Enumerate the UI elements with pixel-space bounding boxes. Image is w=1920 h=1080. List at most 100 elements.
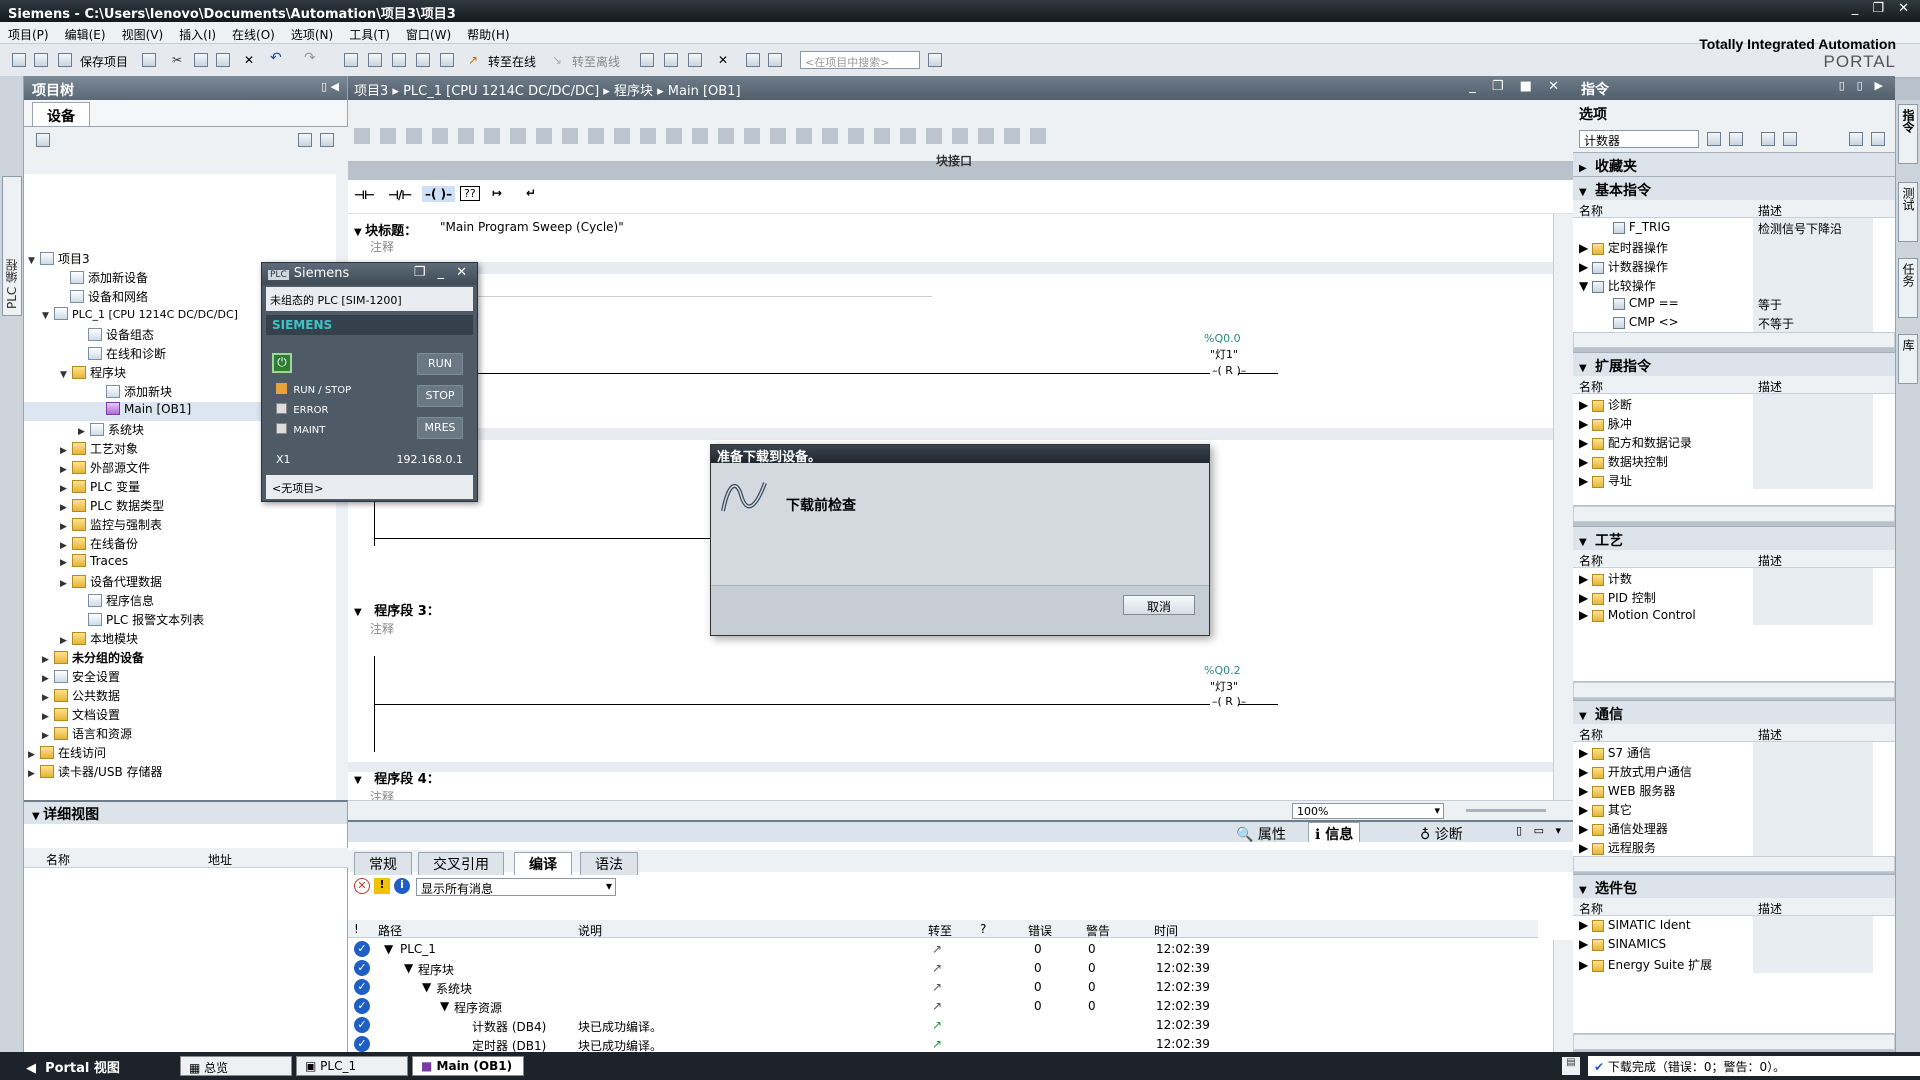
- tree-item[interactable]: ▶ 外部源文件: [60, 459, 150, 478]
- list-item[interactable]: ▶ SINAMICS: [1573, 935, 1895, 954]
- list-item[interactable]: ▶ 诊断: [1573, 394, 1895, 413]
- table-row[interactable]: ✓ 定时器 (DB1) 块已成功编译。 ↗ 12:02:39: [352, 1035, 1572, 1052]
- subtab-syntax[interactable]: 语法: [580, 852, 638, 875]
- breadcrumb-blocks[interactable]: 程序块: [614, 84, 653, 99]
- breadcrumb-plc[interactable]: PLC_1 [CPU 1214C DC/DC/DC]: [403, 84, 599, 99]
- properties-tab[interactable]: 🔍 属性: [1236, 824, 1286, 844]
- menu-project[interactable]: 项目(P): [0, 22, 57, 45]
- cancel-button[interactable]: 取消: [1123, 595, 1195, 615]
- find-prev-icon[interactable]: [1729, 132, 1743, 146]
- tree-item[interactable]: ▶ 在线访问: [28, 744, 106, 763]
- tree-view-icon[interactable]: [36, 133, 50, 147]
- main-ob1-tab[interactable]: ■ Main (OB1): [412, 1056, 524, 1076]
- tree-item[interactable]: PLC 报警文本列表: [76, 611, 204, 630]
- coil-1-reset[interactable]: –( R )–: [1210, 364, 1249, 377]
- window-controls[interactable]: _ ❐ ✕: [1852, 1, 1914, 16]
- block-interface-label[interactable]: 块接口: [936, 152, 972, 169]
- messages-scrollbar[interactable]: [1553, 940, 1573, 1052]
- start-sim-icon[interactable]: [664, 53, 678, 67]
- coil-3-tag[interactable]: "灯3": [1210, 678, 1238, 694]
- subtab-compile[interactable]: 编译: [514, 852, 572, 875]
- error-filter-icon[interactable]: ✕: [354, 878, 370, 894]
- zoom-slider[interactable]: [1466, 809, 1546, 812]
- tree-item[interactable]: ▼ PLC_1 [CPU 1214C DC/DC/DC]: [42, 307, 238, 326]
- stop-cpu-icon[interactable]: [688, 53, 702, 67]
- menu-tools[interactable]: 工具(T): [341, 22, 398, 45]
- extended-instructions-section[interactable]: ▼ 扩展指令: [1573, 352, 1895, 376]
- list-item[interactable]: ▶ PID 控制: [1573, 587, 1895, 606]
- list-item[interactable]: ▶ WEB 服务器: [1573, 780, 1895, 799]
- tree-item[interactable]: 设备和网络: [58, 288, 148, 307]
- device-icon[interactable]: [440, 53, 454, 67]
- list-item[interactable]: ▶ Energy Suite 扩展: [1573, 954, 1895, 973]
- tree-item[interactable]: ▼ 程序块: [60, 364, 126, 383]
- sim-window-controls[interactable]: ❐ _ ✕: [414, 265, 471, 280]
- subtab-general[interactable]: 常规: [354, 852, 412, 875]
- warning-filter-icon[interactable]: !: [374, 878, 390, 894]
- list-item[interactable]: ▶ 计数器操作: [1573, 256, 1895, 275]
- go-online-button[interactable]: 转至在线: [488, 53, 536, 70]
- plc1-tab[interactable]: ▣ PLC_1: [296, 1056, 408, 1076]
- list-item[interactable]: ▶ Motion Control: [1573, 606, 1895, 625]
- menu-options[interactable]: 选项(N): [283, 22, 341, 45]
- instruction-search-input[interactable]: 计数器: [1579, 130, 1699, 148]
- list-item[interactable]: ▶ 远程服务: [1573, 837, 1895, 856]
- tree-item[interactable]: ▶ PLC 数据类型: [60, 497, 164, 516]
- list-item[interactable]: CMP <> 不等于: [1573, 313, 1895, 332]
- coil-3-reset[interactable]: –( R )–: [1210, 695, 1249, 708]
- save-project-button[interactable]: 保存项目: [80, 53, 128, 70]
- download-icon[interactable]: [368, 53, 382, 67]
- sim-stop-button[interactable]: STOP: [417, 385, 463, 407]
- options-icon[interactable]: [1783, 132, 1797, 146]
- project-search-input[interactable]: <在项目中搜索>: [800, 51, 920, 69]
- tree-item[interactable]: ▶ 文档设置: [42, 706, 120, 725]
- empty-box-icon[interactable]: ??: [460, 186, 480, 201]
- side-tab-tasks[interactable]: 任务: [1898, 258, 1918, 318]
- table-row[interactable]: ✓ ▼ 程序块 ↗ 0 0 12:02:39: [352, 959, 1572, 978]
- list-item[interactable]: ▶ SIMATIC Ident: [1573, 916, 1895, 935]
- coil-icon[interactable]: –( )–: [422, 186, 456, 202]
- print-icon[interactable]: [142, 53, 156, 67]
- coil-1-tag[interactable]: "灯1": [1210, 346, 1238, 362]
- close-branch-icon[interactable]: ↵: [526, 186, 536, 200]
- tree-item[interactable]: ▶ 安全设置: [42, 668, 120, 687]
- tree-item[interactable]: 在线和诊断: [76, 345, 166, 364]
- accessible-devices-icon[interactable]: [640, 53, 654, 67]
- side-tab-libraries[interactable]: 库: [1898, 334, 1918, 384]
- simulation-icon[interactable]: [416, 53, 430, 67]
- tech-hscroll[interactable]: [1573, 682, 1895, 698]
- copy-icon[interactable]: [194, 53, 208, 67]
- open-project-icon[interactable]: [34, 53, 48, 67]
- list-item[interactable]: ▶ 计数: [1573, 568, 1895, 587]
- sim-mres-button[interactable]: MRES: [417, 417, 463, 439]
- compile-icon[interactable]: [344, 53, 358, 67]
- zoom-select[interactable]: 100% ▾: [1292, 803, 1444, 819]
- find-next-icon[interactable]: [1707, 132, 1721, 146]
- communication-section[interactable]: ▼ 通信: [1573, 700, 1895, 724]
- block-title-value[interactable]: "Main Program Sweep (Cycle)": [440, 220, 624, 234]
- menu-edit[interactable]: 编辑(E): [57, 22, 114, 45]
- optional-packages-section[interactable]: ▼ 选件包: [1573, 874, 1895, 898]
- block-comment[interactable]: 注释: [366, 236, 936, 254]
- tree-item[interactable]: ▶ 在线备份: [60, 535, 138, 554]
- list-item[interactable]: ▶ 定时器操作: [1573, 237, 1895, 256]
- panel-controls-icon[interactable]: ▯ ◀: [321, 80, 339, 93]
- tree-item[interactable]: ▶ 读卡器/USB 存储器: [28, 763, 163, 782]
- pkg-hscroll[interactable]: [1573, 1034, 1895, 1050]
- cut-icon[interactable]: ✂: [172, 53, 182, 67]
- list-item[interactable]: ▶ 数据块控制: [1573, 451, 1895, 470]
- power-icon[interactable]: ⏻: [272, 353, 292, 373]
- list-item[interactable]: ▶ 脉冲: [1573, 413, 1895, 432]
- table-row[interactable]: ✓ ▼ 程序资源 ↗ 0 0 12:02:39: [352, 997, 1572, 1016]
- tree-item[interactable]: ▶ 监控与强制表: [60, 516, 162, 535]
- tree-item[interactable]: ▶ 本地模块: [60, 630, 138, 649]
- side-tab-instructions[interactable]: 指令: [1898, 104, 1918, 164]
- list-item[interactable]: ▶ 通信处理器: [1573, 818, 1895, 837]
- split-vertical-icon[interactable]: [768, 53, 782, 67]
- paste-icon[interactable]: [216, 53, 230, 67]
- comm-hscroll[interactable]: [1573, 856, 1895, 872]
- overview-icon[interactable]: [298, 133, 312, 147]
- tree-item[interactable]: ▼ 项目3: [28, 250, 90, 269]
- go-offline-button[interactable]: 转至离线: [572, 53, 620, 70]
- basic-hscroll[interactable]: [1573, 332, 1895, 348]
